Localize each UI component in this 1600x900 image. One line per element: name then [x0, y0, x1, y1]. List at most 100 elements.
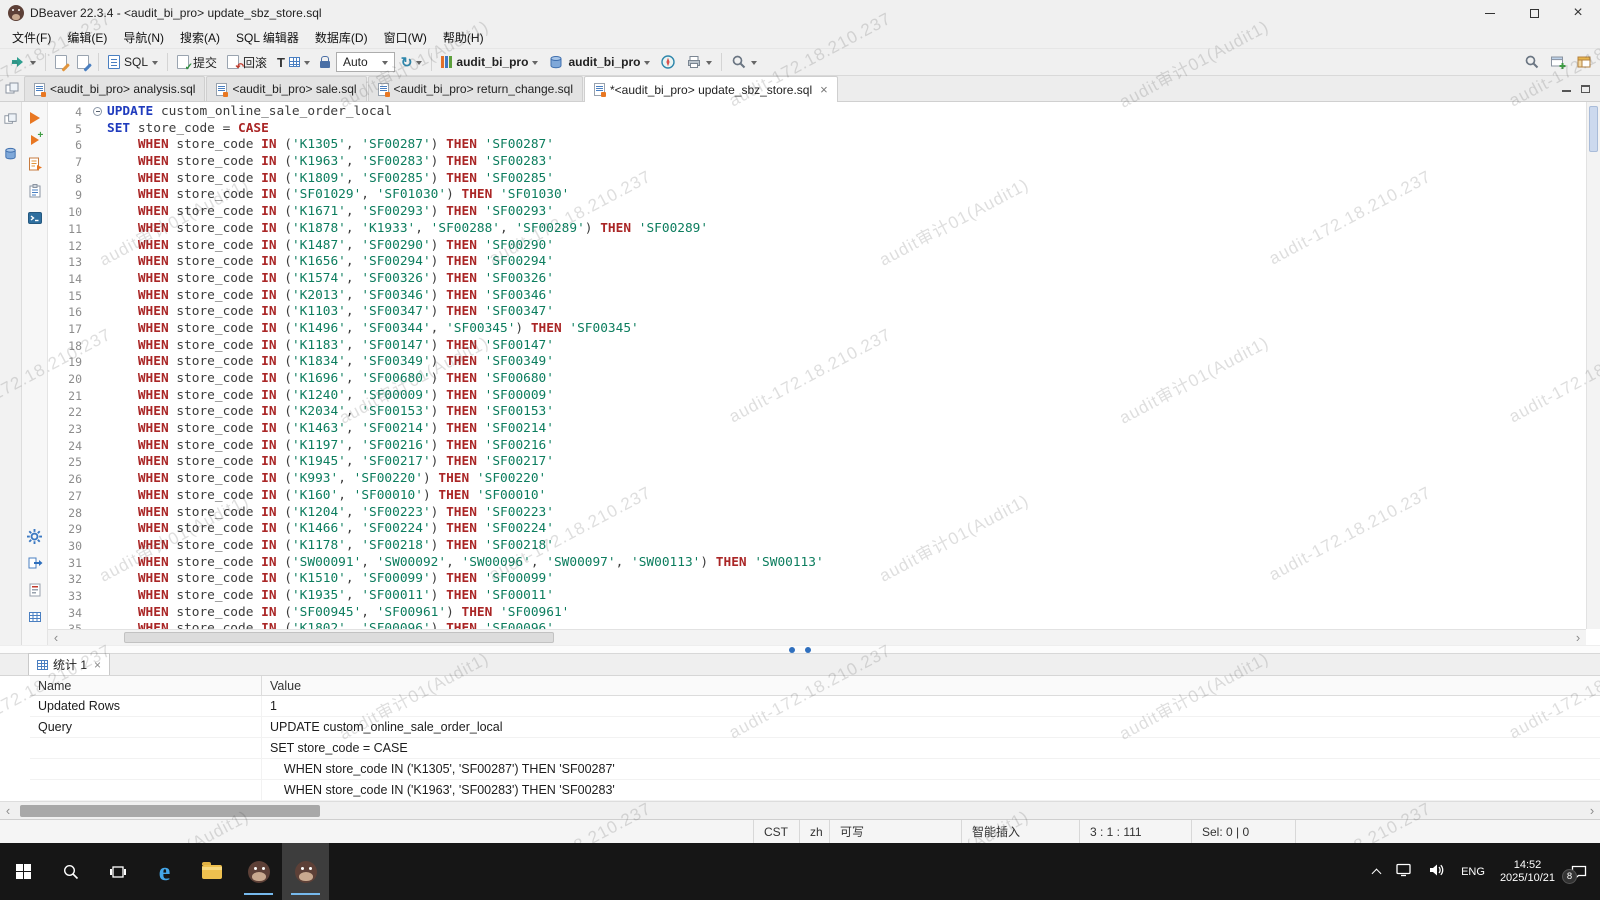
code-line[interactable]: 34 WHEN store_code IN ('SF00945', 'SF009… [48, 605, 1586, 622]
column-header-value[interactable]: Value [262, 676, 1600, 695]
speaker-icon[interactable] [1428, 862, 1446, 881]
code-line[interactable]: 33 WHEN store_code IN ('K1935', 'SF00011… [48, 588, 1586, 605]
menu-navigate[interactable]: 导航(N) [115, 26, 172, 49]
commit-button[interactable]: 提交 [173, 52, 221, 73]
action-center-button[interactable]: 8 [1570, 864, 1588, 880]
code-line[interactable]: 13 WHEN store_code IN ('K1656', 'SF00294… [48, 254, 1586, 271]
result-value-cell[interactable]: WHEN store_code IN ('K1305', 'SF00287') … [262, 759, 1600, 779]
dbeaver-taskbar-button[interactable] [235, 843, 282, 900]
transaction-log-button[interactable]: T [273, 53, 314, 72]
editor-vertical-scrollbar[interactable] [1586, 102, 1600, 629]
settings-gear-icon[interactable] [27, 528, 43, 544]
search-dropdown[interactable] [727, 52, 761, 72]
editor-results-splitter[interactable] [0, 645, 1600, 653]
tab-sale-sql[interactable]: <audit_bi_pro> sale.sql [206, 76, 366, 101]
tab-update-sbz-store-sql[interactable]: *<audit_bi_pro> update_sbz_store.sql × [584, 76, 838, 102]
menu-edit[interactable]: 编辑(E) [59, 26, 115, 49]
scrollbar-thumb[interactable] [1589, 106, 1598, 152]
code-line[interactable]: 28 WHEN store_code IN ('K1204', 'SF00223… [48, 505, 1586, 522]
tab-analysis-sql[interactable]: <audit_bi_pro> analysis.sql [24, 76, 205, 101]
result-name-cell[interactable] [30, 780, 262, 800]
collapse-icon[interactable] [93, 107, 102, 116]
scrollbar-track[interactable] [16, 802, 1584, 819]
minimize-view-icon[interactable] [1562, 85, 1571, 92]
result-row[interactable]: QueryUPDATE custom_online_sale_order_loc… [30, 717, 1600, 738]
database-navigator-icon[interactable] [3, 146, 18, 166]
results-horizontal-scrollbar[interactable]: ‹ › [0, 801, 1600, 819]
taskbar-clock[interactable]: 14:52 2025/10/21 [1500, 859, 1555, 885]
editor-horizontal-scrollbar[interactable]: ‹ › [48, 629, 1586, 645]
splitter-dot-icon[interactable] [789, 647, 795, 653]
rollback-button[interactable]: 回滚 [223, 52, 271, 73]
result-name-cell[interactable] [30, 738, 262, 758]
menu-sql-editor[interactable]: SQL 编辑器 [228, 26, 307, 49]
scrollbar-thumb[interactable] [20, 805, 320, 817]
splitter-dot-icon[interactable] [805, 647, 811, 653]
explain-plan-icon[interactable] [27, 183, 43, 199]
export-data-icon[interactable] [27, 555, 43, 571]
print-button[interactable] [682, 52, 716, 72]
result-row[interactable]: WHEN store_code IN ('K1963', 'SF00283') … [30, 780, 1600, 801]
result-value-cell[interactable]: SET store_code = CASE [262, 738, 1600, 758]
restore-panes-button[interactable] [0, 76, 24, 101]
commit-mode-combo[interactable]: Auto [336, 52, 395, 72]
code-line[interactable]: 18 WHEN store_code IN ('K1183', 'SF00147… [48, 338, 1586, 355]
code-line[interactable]: 19 WHEN store_code IN ('K1834', 'SF00349… [48, 354, 1586, 371]
code-line[interactable]: 12 WHEN store_code IN ('K1487', 'SF00290… [48, 238, 1586, 255]
code-area[interactable]: 4UPDATE custom_online_sale_order_local5S… [48, 104, 1586, 629]
execute-new-tab-icon[interactable] [31, 135, 39, 145]
device-icon[interactable] [1395, 862, 1413, 881]
close-statistics-tab-icon[interactable]: × [94, 658, 101, 672]
report-icon[interactable] [27, 582, 43, 598]
code-line[interactable]: 32 WHEN store_code IN ('K1510', 'SF00099… [48, 571, 1586, 588]
locate-in-navigator-button[interactable] [656, 52, 680, 72]
code-line[interactable]: 14 WHEN store_code IN ('K1574', 'SF00326… [48, 271, 1586, 288]
sql-editor-dropdown[interactable]: SQL [104, 53, 162, 71]
code-line[interactable]: 17 WHEN store_code IN ('K1496', 'SF00344… [48, 321, 1586, 338]
taskbar-search-button[interactable] [47, 843, 94, 900]
sql-editor[interactable]: 4UPDATE custom_online_sale_order_local5S… [48, 102, 1600, 645]
code-line[interactable]: 23 WHEN store_code IN ('K1463', 'SF00214… [48, 421, 1586, 438]
hidden-icons-chevron-icon[interactable] [1372, 868, 1382, 878]
scroll-left-icon[interactable]: ‹ [48, 630, 64, 645]
code-line[interactable]: 31 WHEN store_code IN ('SW00091', 'SW000… [48, 555, 1586, 572]
code-line[interactable]: 25 WHEN store_code IN ('K1945', 'SF00217… [48, 454, 1586, 471]
code-line[interactable]: 26 WHEN store_code IN ('K993', 'SF00220'… [48, 471, 1586, 488]
minimize-button[interactable] [1468, 0, 1512, 26]
result-value-cell[interactable]: 1 [262, 696, 1600, 716]
code-line[interactable]: 24 WHEN store_code IN ('K1197', 'SF00216… [48, 438, 1586, 455]
connection-selector[interactable]: audit_bi_pro [437, 53, 542, 71]
file-explorer-button[interactable] [188, 843, 235, 900]
result-row[interactable]: Updated Rows1 [30, 696, 1600, 717]
result-row[interactable]: SET store_code = CASE [30, 738, 1600, 759]
result-value-cell[interactable]: UPDATE custom_online_sale_order_local [262, 717, 1600, 737]
code-line[interactable]: 5SET store_code = CASE [48, 121, 1586, 138]
tab-return-change-sql[interactable]: <audit_bi_pro> return_change.sql [368, 76, 583, 101]
grid-export-icon[interactable] [27, 609, 43, 625]
perspective-icon[interactable] [1576, 54, 1592, 70]
status-caret-position[interactable]: 3 : 1 : 111 [1079, 820, 1191, 843]
minimized-panel-icon[interactable] [3, 112, 18, 132]
scroll-right-icon[interactable]: › [1584, 803, 1600, 818]
code-line[interactable]: 22 WHEN store_code IN ('K2034', 'SF00153… [48, 404, 1586, 421]
code-line[interactable]: 21 WHEN store_code IN ('K1240', 'SF00009… [48, 388, 1586, 405]
result-value-cell[interactable]: WHEN store_code IN ('K1963', 'SF00283') … [262, 780, 1600, 800]
execute-statement-icon[interactable] [30, 112, 40, 124]
column-header-name[interactable]: Name [30, 676, 262, 695]
table-header[interactable]: Name Value [30, 676, 1600, 696]
code-line[interactable]: 30 WHEN store_code IN ('K1178', 'SF00218… [48, 538, 1586, 555]
menu-database[interactable]: 数据库(D) [307, 26, 376, 49]
new-connection-button[interactable] [6, 52, 40, 72]
code-line[interactable]: 11 WHEN store_code IN ('K1878', 'K1933',… [48, 221, 1586, 238]
execute-script-icon[interactable] [27, 156, 43, 172]
autocommit-lock-button[interactable] [316, 54, 334, 70]
menu-help[interactable]: 帮助(H) [435, 26, 492, 49]
menu-file[interactable]: 文件(F) [4, 26, 59, 49]
scrollbar-thumb[interactable] [124, 632, 554, 643]
code-line[interactable]: 10 WHEN store_code IN ('K1671', 'SF00293… [48, 204, 1586, 221]
code-line[interactable]: 4UPDATE custom_online_sale_order_local [48, 104, 1586, 121]
edge-browser-button[interactable]: e [141, 843, 188, 900]
result-name-cell[interactable]: Query [30, 717, 262, 737]
open-perspective-icon[interactable] [1550, 54, 1566, 70]
code-line[interactable]: 29 WHEN store_code IN ('K1466', 'SF00224… [48, 521, 1586, 538]
